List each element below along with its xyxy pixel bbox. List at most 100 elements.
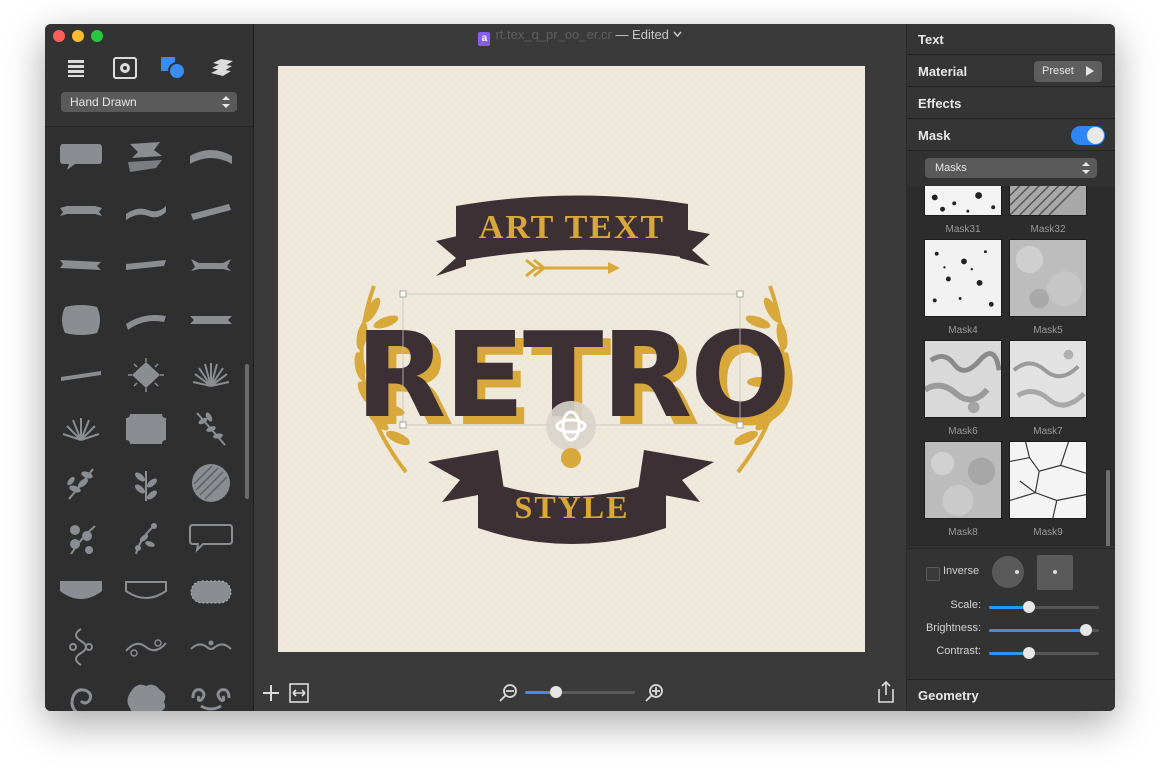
section-effects[interactable]: Effects <box>907 88 1115 119</box>
zoom-slider[interactable] <box>525 686 635 698</box>
share-icon[interactable] <box>876 680 896 704</box>
shape-ribbon-slim[interactable] <box>56 355 106 395</box>
mask-item-mask32[interactable]: Mask32 <box>1009 186 1087 235</box>
mask-label: Mask31 <box>945 224 981 235</box>
category-select[interactable]: Hand Drawn <box>61 92 237 112</box>
shape-floral-sprig[interactable] <box>56 463 106 503</box>
shape-ribbon-arc[interactable] <box>186 137 236 177</box>
shape-diamond-burst[interactable] <box>121 355 171 395</box>
mask-gallery-scrollbar[interactable] <box>1106 470 1110 546</box>
shape-double-swirl[interactable] <box>186 679 236 711</box>
mask-item-mask8[interactable]: Mask8 <box>924 441 1002 538</box>
mask-item-mask7[interactable]: Mask7 <box>1009 340 1087 437</box>
shapes-icon[interactable] <box>160 56 187 80</box>
mask-item-mask4[interactable]: Mask4 <box>924 239 1002 336</box>
preset-button[interactable]: Preset <box>1034 61 1102 82</box>
scale-slider[interactable] <box>989 601 1099 613</box>
shape-ribbon-notched[interactable] <box>186 300 236 340</box>
section-material[interactable]: Material Preset <box>907 56 1115 87</box>
shape-sunburst-arc[interactable] <box>56 409 106 449</box>
layers-icon[interactable] <box>209 56 235 80</box>
shape-flourish-divider[interactable] <box>186 627 236 667</box>
zoom-out-icon[interactable] <box>498 683 518 703</box>
section-geometry[interactable]: Geometry <box>907 679 1115 710</box>
shape-flourish-vine[interactable] <box>121 518 171 558</box>
preset-button-label: Preset <box>1042 65 1074 77</box>
zoom-slider-knob[interactable] <box>549 686 562 698</box>
planar-mode-button[interactable] <box>1037 555 1073 590</box>
shape-flourish-vertical[interactable] <box>56 627 106 667</box>
bottom-banner-text[interactable]: STYLE <box>515 489 630 525</box>
scale-slider-row: Scale: <box>907 598 1115 616</box>
plus-icon[interactable] <box>262 684 280 702</box>
gear-icon[interactable] <box>112 56 138 80</box>
top-banner-text[interactable]: ART TEXT <box>479 209 665 246</box>
shape-ribbon-folded[interactable] <box>186 245 236 285</box>
inverse-label: Inverse <box>943 565 980 577</box>
shape-laurel-branch[interactable] <box>186 409 236 449</box>
mask-label: Mask32 <box>1030 224 1066 235</box>
section-mask[interactable]: Mask <box>907 120 1115 151</box>
contrast-slider[interactable] <box>989 647 1099 659</box>
shape-spiral[interactable] <box>56 679 106 711</box>
minimize-window-button[interactable] <box>72 30 84 42</box>
shape-ribbon-curl[interactable] <box>121 300 171 340</box>
shape-ribbon-banner[interactable] <box>56 245 106 285</box>
radial-mode-button[interactable] <box>992 556 1024 588</box>
mask-label: Mask7 <box>1033 426 1063 437</box>
list-icon[interactable] <box>63 56 89 80</box>
contrast-slider-row: Contrast: <box>907 644 1115 662</box>
shape-oval-badge[interactable] <box>186 572 236 612</box>
brightness-slider-fill <box>989 629 1086 632</box>
mask-thumbnail <box>923 340 1002 418</box>
shape-shield-outline[interactable] <box>121 572 171 612</box>
shape-leaf-sprig[interactable] <box>121 463 171 503</box>
artboard[interactable]: ART TEXT RETRO RETRO STYLE <box>278 66 865 652</box>
shape-shield-wide[interactable] <box>56 572 106 612</box>
mask-select[interactable]: Masks <box>925 158 1097 178</box>
scale-slider-knob[interactable] <box>1022 601 1035 613</box>
mask-item-mask6[interactable]: Mask6 <box>923 340 1002 437</box>
mask-item-mask9[interactable]: Mask9 <box>1009 441 1087 538</box>
brightness-slider-row: Brightness: <box>907 621 1115 639</box>
shape-speech-frame[interactable] <box>186 518 236 558</box>
mask-item-mask31[interactable]: Mask31 <box>924 186 1002 235</box>
shape-ribbon-zigzag[interactable] <box>121 137 171 177</box>
shape-ribbon-wave[interactable] <box>121 191 171 231</box>
section-effects-label: Effects <box>918 96 962 111</box>
contrast-slider-knob[interactable] <box>1022 647 1035 659</box>
inspector-panel: Text Material Preset Effects Mask Masks … <box>907 24 1115 711</box>
close-window-button[interactable] <box>53 30 65 42</box>
shape-flourish-floral[interactable] <box>56 518 106 558</box>
shape-speech-bubble[interactable] <box>56 137 106 177</box>
brightness-slider[interactable] <box>989 624 1099 636</box>
shape-badge-scalloped[interactable] <box>56 300 106 340</box>
shape-ribbon-flat[interactable] <box>56 191 106 231</box>
zoom-in-icon[interactable] <box>644 683 664 703</box>
shape-ribbon-banner-2[interactable] <box>121 245 171 285</box>
shape-ribbon-tilted[interactable] <box>186 191 236 231</box>
artwork-svg: ART TEXT RETRO RETRO STYLE <box>278 66 865 652</box>
shape-hatched-circle[interactable] <box>186 463 236 503</box>
section-text[interactable]: Text <box>907 24 1115 55</box>
sidebar-toolbar <box>63 56 235 80</box>
canvas-area: ART TEXT RETRO RETRO STYLE <box>254 24 906 711</box>
brightness-slider-knob[interactable] <box>1079 624 1092 636</box>
sidebar-scrollbar[interactable] <box>245 364 249 499</box>
mask-thumbnail <box>924 186 1002 216</box>
mask-label: Mask8 <box>948 527 978 538</box>
mask-toggle[interactable] <box>1071 126 1105 145</box>
zoom-window-button[interactable] <box>91 30 103 42</box>
document-status[interactable]: — Edited <box>615 27 668 42</box>
mask-thumbnail <box>924 441 1002 519</box>
chevron-down-icon[interactable] <box>672 31 682 38</box>
mask-thumbnail <box>1009 186 1087 216</box>
document-name: rt.tex_q_pr_oo_er.cr <box>495 27 612 42</box>
shape-label-frame[interactable] <box>121 409 171 449</box>
inverse-checkbox[interactable] <box>926 567 940 581</box>
fit-to-window-icon[interactable] <box>289 683 309 703</box>
shape-sunburst-half[interactable] <box>186 355 236 395</box>
mask-item-mask5[interactable]: Mask5 <box>1009 239 1087 336</box>
shape-flourish-swirl[interactable] <box>121 627 171 667</box>
shape-cloud-badge[interactable] <box>121 679 171 711</box>
